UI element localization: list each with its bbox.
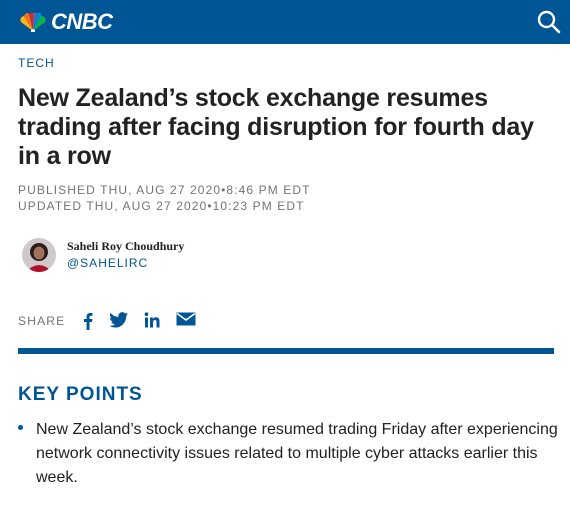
email-share-button[interactable] — [176, 312, 196, 330]
facebook-icon — [84, 313, 93, 330]
email-icon — [176, 312, 196, 326]
linkedin-share-button[interactable] — [144, 312, 160, 330]
key-point-text: New Zealand’s stock exchange resumed tra… — [36, 421, 558, 486]
key-points-list: New Zealand’s stock exchange resumed tra… — [18, 418, 558, 490]
brand-wordmark: CNBC — [51, 9, 113, 34]
author-name[interactable]: Saheli Roy Choudhury — [67, 238, 184, 254]
top-nav-bar: CNBC — [0, 0, 570, 44]
article-timestamps: PUBLISHED THU, AUG 27 2020•8:46 PM EDT U… — [18, 182, 311, 214]
list-item: New Zealand’s stock exchange resumed tra… — [18, 418, 558, 490]
author-avatar[interactable] — [22, 238, 56, 272]
search-icon — [537, 10, 561, 34]
author-photo-icon — [22, 238, 56, 272]
bullet-icon — [18, 425, 23, 430]
search-button[interactable] — [536, 9, 562, 35]
twitter-icon — [109, 312, 129, 328]
article-headline: New Zealand’s stock exchange resumes tra… — [18, 84, 534, 170]
share-label: SHARE — [18, 314, 66, 328]
published-time: PUBLISHED THU, AUG 27 2020•8:46 PM EDT — [18, 183, 311, 197]
share-bar: SHARE — [18, 312, 212, 330]
section-link-tech[interactable]: TECH — [18, 56, 55, 70]
linkedin-icon — [145, 312, 160, 328]
updated-time: UPDATED THU, AUG 27 2020•10:23 PM EDT — [18, 199, 305, 213]
nbc-peacock-icon — [20, 12, 46, 32]
twitter-share-button[interactable] — [109, 312, 129, 330]
facebook-share-button[interactable] — [83, 312, 93, 330]
key-points-heading: KEY POINTS — [18, 384, 143, 405]
section-divider — [18, 348, 554, 354]
author-twitter-handle[interactable]: @SAHELIRC — [67, 254, 184, 272]
author-byline: Saheli Roy Choudhury @SAHELIRC — [22, 238, 184, 272]
cnbc-logo[interactable]: CNBC — [18, 9, 113, 34]
